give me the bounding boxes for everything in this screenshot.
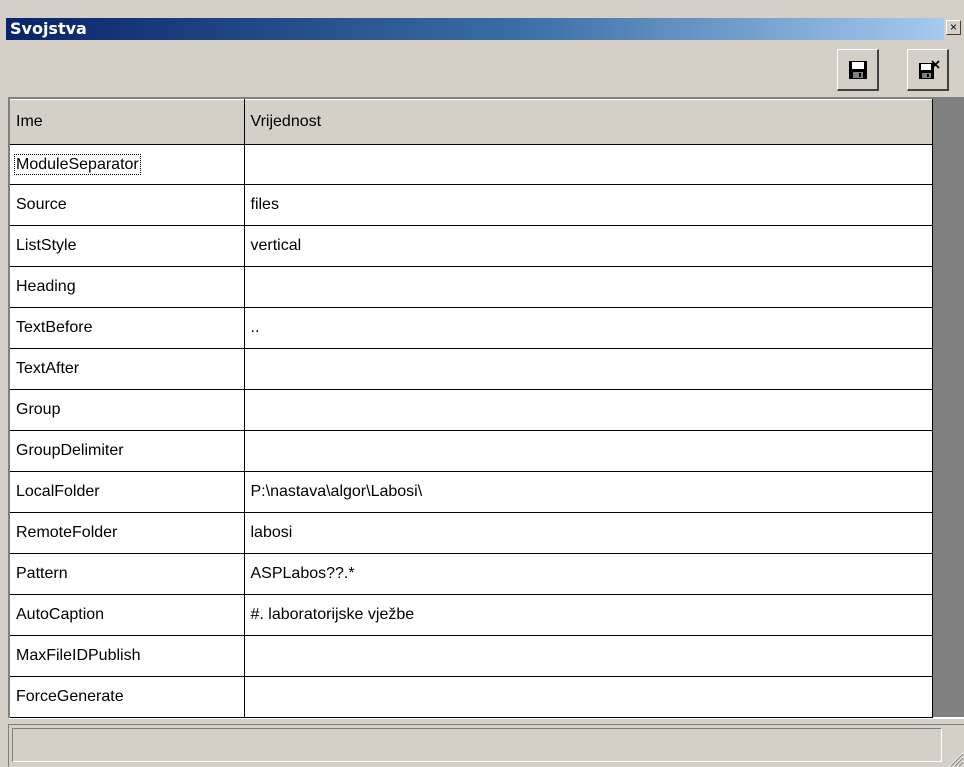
table-row[interactable]: Pattern ASPLabos??.* bbox=[10, 553, 933, 595]
table-row[interactable]: TextBefore .. bbox=[10, 307, 933, 349]
property-name-cell[interactable]: ForceGenerate bbox=[10, 676, 245, 718]
property-name: ModuleSeparator bbox=[14, 153, 141, 175]
property-name-cell[interactable]: LocalFolder bbox=[10, 471, 245, 513]
floppy-disk-close-icon bbox=[919, 60, 940, 79]
property-value-cell[interactable]: #. laboratorijske vježbe bbox=[244, 594, 933, 636]
grid-header-row: Ime Vrijednost bbox=[10, 99, 933, 145]
table-row[interactable]: Source files bbox=[10, 184, 933, 226]
property-name-cell[interactable]: MaxFileIDPublish bbox=[10, 635, 245, 677]
table-row[interactable]: AutoCaption #. laboratorijske vježbe bbox=[10, 594, 933, 636]
column-header-value[interactable]: Vrijednost bbox=[244, 99, 933, 145]
property-name-cell[interactable]: Source bbox=[10, 184, 245, 226]
property-value-cell[interactable] bbox=[244, 635, 933, 677]
property-name-cell[interactable]: ListStyle bbox=[10, 225, 245, 267]
table-row[interactable]: GroupDelimiter bbox=[10, 430, 933, 472]
table-row[interactable]: RemoteFolder labosi bbox=[10, 512, 933, 554]
save-and-close-button[interactable] bbox=[907, 49, 949, 91]
property-value-cell[interactable]: P:\nastava\algor\Labosi\ bbox=[244, 471, 933, 513]
close-button[interactable]: × bbox=[946, 20, 961, 35]
property-name-cell[interactable]: Heading bbox=[10, 266, 245, 308]
property-value-cell[interactable]: ASPLabos??.* bbox=[244, 553, 933, 595]
table-row[interactable]: TextAfter bbox=[10, 348, 933, 390]
status-bar bbox=[8, 724, 964, 767]
table-row[interactable]: Group bbox=[10, 389, 933, 431]
property-name-cell[interactable]: AutoCaption bbox=[10, 594, 245, 636]
title-bar-gradient bbox=[6, 18, 944, 40]
property-name-cell[interactable]: Pattern bbox=[10, 553, 245, 595]
table-row[interactable]: Heading bbox=[10, 266, 933, 308]
resize-grip-icon[interactable] bbox=[946, 749, 964, 767]
property-value-cell[interactable]: vertical bbox=[244, 225, 933, 267]
property-value-cell[interactable]: .. bbox=[244, 307, 933, 349]
window-title: Svojstva bbox=[10, 19, 87, 38]
property-value-cell[interactable] bbox=[244, 266, 933, 308]
property-name-cell[interactable]: TextBefore bbox=[10, 307, 245, 349]
status-panel bbox=[12, 728, 942, 762]
table-row[interactable]: MaxFileIDPublish bbox=[10, 635, 933, 677]
table-row[interactable]: ForceGenerate bbox=[10, 676, 933, 718]
close-icon: × bbox=[949, 20, 957, 34]
table-row[interactable]: ModuleSeparator bbox=[10, 144, 933, 185]
property-value-cell[interactable] bbox=[244, 430, 933, 472]
property-name-cell[interactable]: TextAfter bbox=[10, 348, 245, 390]
property-name-cell[interactable]: RemoteFolder bbox=[10, 512, 245, 554]
column-header-name[interactable]: Ime bbox=[10, 99, 245, 145]
properties-grid[interactable]: Ime Vrijednost ModuleSeparator Source fi… bbox=[10, 99, 933, 718]
save-button[interactable] bbox=[837, 49, 879, 91]
property-name-cell[interactable]: GroupDelimiter bbox=[10, 430, 245, 472]
table-row[interactable]: LocalFolder P:\nastava\algor\Labosi\ bbox=[10, 471, 933, 513]
property-value-cell[interactable] bbox=[244, 676, 933, 718]
table-row[interactable]: ListStyle vertical bbox=[10, 225, 933, 267]
property-value-cell[interactable] bbox=[244, 348, 933, 390]
floppy-disk-icon bbox=[849, 61, 867, 79]
property-value-cell[interactable] bbox=[244, 144, 933, 185]
properties-window: Svojstva × Ime Vrijednost ModuleSeparato… bbox=[0, 0, 964, 767]
property-name-cell[interactable]: ModuleSeparator bbox=[10, 144, 245, 185]
property-value-cell[interactable] bbox=[244, 389, 933, 431]
property-name-cell[interactable]: Group bbox=[10, 389, 245, 431]
property-value-cell[interactable]: files bbox=[244, 184, 933, 226]
title-bar[interactable]: Svojstva × bbox=[0, 0, 964, 44]
property-value-cell[interactable]: labosi bbox=[244, 512, 933, 554]
